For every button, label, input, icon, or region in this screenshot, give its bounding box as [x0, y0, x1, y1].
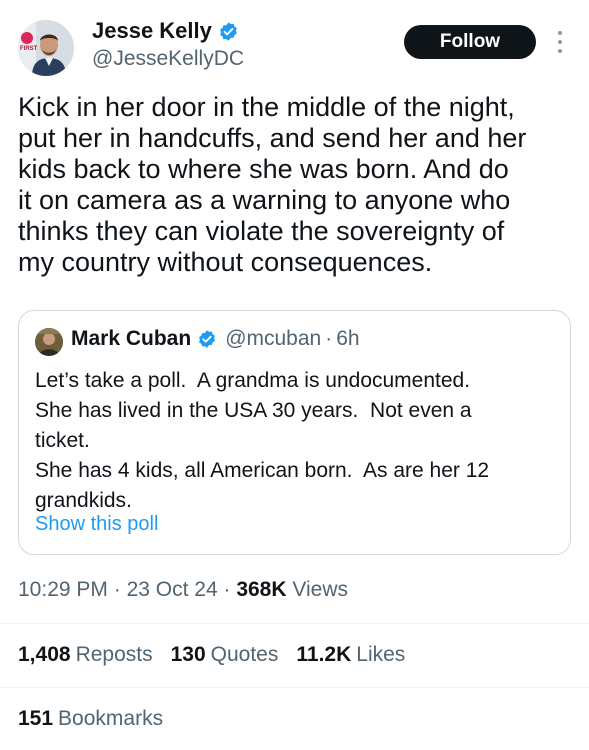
bookmarks-count: 151: [18, 707, 54, 730]
more-vertical-icon[interactable]: [553, 28, 567, 56]
separator-dot: ·: [325, 327, 333, 350]
show-poll-link[interactable]: Show this poll: [35, 513, 158, 536]
reposts-count: 1,408: [18, 643, 71, 666]
author-avatar[interactable]: FIRST: [18, 20, 74, 76]
verified-badge-icon: [218, 21, 239, 42]
engagement-stats: 1,408 Reposts 130 Quotes 11.2K Likes: [18, 643, 423, 667]
views-label: Views: [292, 578, 349, 601]
likes-count: 11.2K: [296, 643, 352, 666]
quoted-author-row: Mark Cuban @mcuban · 6h: [71, 327, 360, 351]
quoted-tweet[interactable]: Mark Cuban @mcuban · 6h Let’s take a pol…: [18, 310, 571, 555]
quoted-tweet-text: Let’s take a poll. A grandma is undocume…: [35, 369, 490, 512]
tweet-text: Kick in her door in the middle of the ni…: [18, 92, 527, 277]
tweet-date[interactable]: 23 Oct 24: [127, 578, 218, 601]
author-handle[interactable]: @JesseKellyDC: [92, 47, 244, 71]
reposts-label: Reposts: [75, 643, 153, 666]
bookmarks-stat[interactable]: 151 Bookmarks: [18, 707, 163, 731]
quoted-tweet-time: 6h: [336, 327, 360, 350]
reposts-stat[interactable]: 1,408 Reposts: [18, 643, 153, 667]
bookmarks-label: Bookmarks: [58, 707, 164, 730]
follow-button[interactable]: Follow: [404, 25, 536, 59]
likes-stat[interactable]: 11.2K Likes: [296, 643, 405, 667]
views-count: 368K: [236, 578, 287, 601]
quoted-author-handle: @mcuban: [225, 327, 322, 350]
quoted-author-name: Mark Cuban: [71, 327, 192, 350]
quoted-author-avatar: [35, 328, 63, 356]
likes-label: Likes: [356, 643, 406, 666]
tweet-meta: 10:29 PM · 23 Oct 24 · 368K Views: [18, 578, 348, 602]
separator-dot: ·: [223, 578, 231, 601]
quotes-count: 130: [170, 643, 206, 666]
avatar-badge-text: FIRST: [20, 46, 38, 52]
author-name-row: Jesse Kelly: [92, 18, 239, 44]
author-avatar-image: FIRST: [18, 20, 74, 76]
separator-dot: ·: [113, 578, 121, 601]
divider: [0, 623, 589, 624]
tweet-header: FIRST Jesse Kelly @JesseKellyDC Follow: [0, 0, 589, 86]
quotes-stat[interactable]: 130 Quotes: [171, 643, 279, 667]
quoted-verified-badge-icon: [197, 329, 217, 349]
tweet-time[interactable]: 10:29 PM: [18, 578, 108, 601]
divider: [0, 687, 589, 688]
author-display-name[interactable]: Jesse Kelly: [92, 18, 212, 44]
quotes-label: Quotes: [210, 643, 279, 666]
